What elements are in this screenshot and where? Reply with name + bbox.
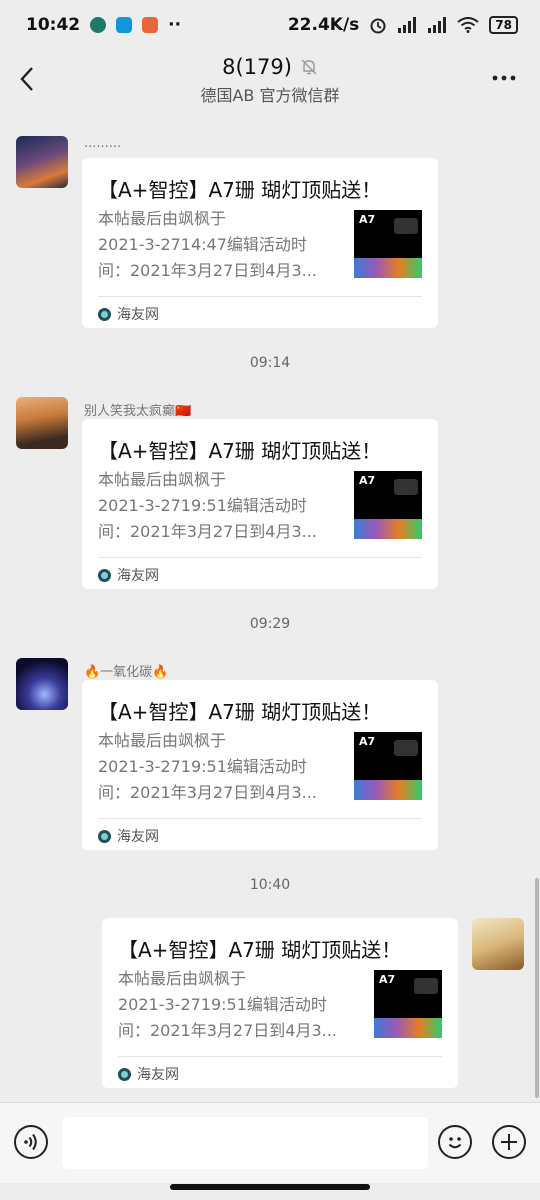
more-notifications-icon: ··: [168, 15, 182, 35]
sender-name: 🔥一氧化碳🔥: [84, 665, 169, 680]
chat-header: 8(179) 德国AB 官方微信群: [0, 50, 540, 112]
scrollbar[interactable]: [535, 878, 539, 1098]
signal-icon: [398, 17, 417, 33]
card-thumbnail: A7: [354, 210, 422, 278]
more-options-icon[interactable]: [490, 64, 518, 92]
link-card[interactable]: 【A+智控】A7珊 瑚灯顶贴送！ 本帖最后由飒枫于 2021-3-2719:51…: [102, 918, 458, 1088]
card-title: 【A+智控】A7珊 瑚灯顶贴送！: [98, 439, 382, 463]
card-source: 海友网: [98, 565, 159, 585]
card-source: 海友网: [118, 1064, 179, 1084]
plus-icon: [501, 1134, 517, 1150]
link-card[interactable]: 【A+智控】A7珊 瑚灯顶贴送！ 本帖最后由飒枫于 2021-3-2719:51…: [82, 680, 438, 850]
divider: [98, 557, 422, 558]
emoji-icon: [448, 1137, 462, 1149]
card-title: 【A+智控】A7珊 瑚灯顶贴送！: [98, 700, 382, 724]
source-icon: [98, 307, 111, 321]
source-icon: [98, 568, 111, 582]
card-title: 【A+智控】A7珊 瑚灯顶贴送！: [98, 178, 382, 202]
chat-title: 8(179): [222, 55, 292, 79]
message-input[interactable]: [62, 1117, 428, 1169]
avatar[interactable]: [16, 136, 68, 188]
source-icon: [98, 829, 111, 843]
timestamp: 09:14: [249, 355, 291, 371]
card-description: 本帖最后由飒枫于 2021-3-2714:47编辑活动时 间：2021年3月27…: [98, 209, 317, 280]
divider: [98, 818, 422, 819]
timestamp: 09:29: [249, 616, 291, 632]
sender-name: 别人笑我太疯癫🇨🇳: [84, 404, 192, 419]
signal-icon: [428, 17, 447, 33]
card-thumbnail: A7: [374, 970, 442, 1038]
app-notification-icon: [142, 17, 159, 33]
status-time: 10:42: [26, 15, 81, 35]
home-indicator[interactable]: [170, 1184, 370, 1190]
net-speed: 22.4K/s: [287, 15, 360, 35]
avatar[interactable]: [16, 397, 68, 449]
mute-bell-icon: [301, 59, 317, 75]
status-bar: 10:42 ·· 22.4K/s 78: [0, 0, 540, 50]
chat-subtitle: 德国AB 官方微信群: [200, 86, 340, 105]
timestamp: 10:40: [249, 877, 291, 893]
card-description: 本帖最后由飒枫于 2021-3-2719:51编辑活动时 间：2021年3月27…: [98, 731, 317, 802]
card-thumbnail: A7: [354, 471, 422, 539]
divider: [98, 296, 422, 297]
emoji-button[interactable]: [438, 1125, 472, 1159]
source-icon: [118, 1067, 131, 1081]
message-feed[interactable]: ········· 【A+智控】A7珊 瑚灯顶贴送！ 本帖最后由飒枫于 2021…: [0, 112, 540, 1102]
app-notification-icon: [116, 17, 133, 33]
voice-icon: [24, 1133, 37, 1151]
card-source: 海友网: [98, 304, 159, 324]
more-actions-button[interactable]: [492, 1125, 526, 1159]
battery-indicator: 78: [489, 16, 518, 34]
card-source: 海友网: [98, 826, 159, 846]
card-thumbnail: A7: [354, 732, 422, 800]
card-title: 【A+智控】A7珊 瑚灯顶贴送！: [118, 938, 402, 962]
voice-input-button[interactable]: [14, 1125, 48, 1159]
card-description: 本帖最后由飒枫于 2021-3-2719:51编辑活动时 间：2021年3月27…: [98, 470, 317, 541]
sender-name: ·········: [84, 140, 122, 155]
link-card[interactable]: 【A+智控】A7珊 瑚灯顶贴送！ 本帖最后由飒枫于 2021-3-2719:51…: [82, 419, 438, 589]
alarm-icon: [370, 18, 386, 34]
wifi-icon: [457, 17, 479, 33]
input-bar: [0, 1102, 540, 1183]
card-description: 本帖最后由飒枫于 2021-3-2719:51编辑活动时 间：2021年3月27…: [118, 969, 337, 1040]
divider: [118, 1056, 442, 1057]
app-notification-icon: [90, 17, 107, 33]
link-card[interactable]: 【A+智控】A7珊 瑚灯顶贴送！ 本帖最后由飒枫于 2021-3-2714:47…: [82, 158, 438, 328]
avatar[interactable]: [16, 658, 68, 710]
my-avatar[interactable]: [472, 918, 524, 970]
